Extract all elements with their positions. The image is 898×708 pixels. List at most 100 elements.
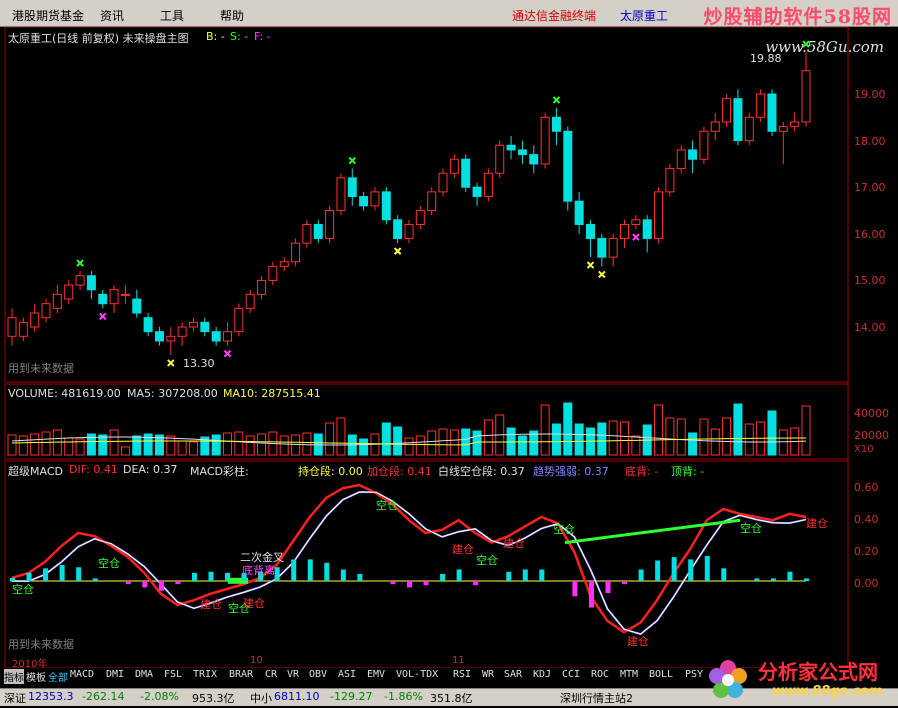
macd-histogram-bar [191,572,197,581]
volume-bar [427,430,437,456]
macd-histogram-bar [754,578,760,581]
indicator-tab[interactable]: VR [287,669,299,680]
flag-label: F: - [254,30,271,43]
macd-histogram-bar [92,578,98,581]
indicator-tab[interactable]: TRIX [193,669,217,680]
volume-bar [30,433,40,456]
indicator-tab[interactable]: ROC [591,669,609,680]
buy-label: B: - [206,30,225,43]
macd-histogram-bar [804,578,809,581]
volume-bar [166,435,176,456]
indicator-tab[interactable]: CCI [562,669,580,680]
signal-marker [632,233,640,241]
macd-annotation: 空仓 [553,523,575,536]
volume-bar [302,432,312,456]
candle-body [143,317,153,333]
menu-item-tools[interactable]: 工具 [160,7,184,24]
y-tick: 17.00 [854,181,886,194]
candle-body [7,317,17,337]
candle-body [472,186,482,198]
candle-body [86,275,96,291]
volume-bar [336,417,346,456]
indicator-tab[interactable]: 模板 [26,669,46,684]
volume-bar [18,435,28,456]
macd-histogram-bar [43,568,49,581]
candle-body [495,144,505,174]
volume-bar [574,423,584,456]
candle-body [483,172,493,198]
indicator-tab[interactable]: MACD [70,669,94,680]
y-tick: 19.00 [854,88,886,101]
volume-bar [359,438,369,456]
indicator-tab[interactable]: SAR [504,669,522,680]
macd-white-empty: 白线空仓段: 0.37 [438,465,525,478]
candle-body [109,289,119,305]
indicator-tab[interactable]: CR [265,669,277,680]
indicator-tab[interactable]: WR [482,669,494,680]
macd-annotation: 建仓 [627,635,649,648]
candle-body [313,223,323,239]
volume-bar [404,437,414,456]
candle-body [767,93,777,132]
candle-body [540,116,550,165]
macd-bottom-div: 底背: - [625,465,659,478]
macd-histogram-bar [76,567,82,581]
macd-histogram-bar [688,559,694,581]
macd-tick: 0.40 [854,513,879,526]
macd-histogram-bar [671,557,677,581]
signal-marker [99,312,107,321]
candle-body [370,191,380,207]
sell-label: S: - [230,30,249,43]
candle-body [778,126,788,132]
date-label: 10 [250,655,263,666]
status-change: -262.14 [82,690,125,703]
indicator-tab[interactable]: ASI [338,669,356,680]
menu-item-help[interactable]: 帮助 [220,7,244,24]
indicator-tab[interactable]: 全部 [48,669,68,684]
candle-body [132,298,142,314]
indicator-tab[interactable]: DMI [106,669,124,680]
candle-body [98,293,108,305]
macd-histogram-bar [704,556,710,581]
indicator-tab[interactable]: BRAR [229,669,253,680]
candle-body [461,158,471,188]
indicator-tab[interactable]: VOL-TDX [396,669,438,680]
volume-bar [483,419,493,456]
stock-name-tab[interactable]: 太原重工 [620,7,668,24]
candle-body [291,242,301,263]
candle-body [585,223,595,239]
menu-item-hk-futures[interactable]: 港股期货基金 [12,7,84,24]
candle-body [30,312,40,328]
candle-body [336,177,346,212]
candle-body [710,121,720,132]
site-logo: 分析家公式网 www.88gs.com [700,650,898,705]
candle-body [245,293,255,309]
candle-body [154,331,164,342]
status-server[interactable]: 深圳行情主站2 [560,690,633,706]
indicator-tab[interactable]: KDJ [533,669,551,680]
indicator-tab[interactable]: FSL [164,669,182,680]
macd-histogram-bar [440,573,446,581]
indicator-tab[interactable]: 指标 [4,669,24,684]
macd-histogram-bar [26,572,32,581]
volume-bar [665,417,675,456]
indicator-tab[interactable]: OBV [309,669,327,680]
candle-body [801,70,811,123]
volume-bar [620,421,630,456]
volume-label: VOLUME: 481619.00 [8,387,121,400]
indicator-tab[interactable]: EMV [367,669,385,680]
indicator-tab[interactable]: DMA [135,669,153,680]
candle-body [41,303,51,319]
indicator-tab[interactable]: MTM [620,669,638,680]
volume-ma5: MA5: 307208.00 [127,387,218,400]
candle-body [279,261,289,267]
volume-bar [551,423,561,456]
macd-histogram-bar [655,560,661,581]
candle-body [18,321,28,337]
indicator-tab[interactable]: BOLL [649,669,673,680]
candle-body [223,331,233,342]
indicator-tab[interactable]: RSI [453,669,471,680]
menu-item-news[interactable]: 资讯 [100,7,124,24]
volume-tick: 40000 [854,407,889,420]
macd-histogram-bar [770,578,776,581]
